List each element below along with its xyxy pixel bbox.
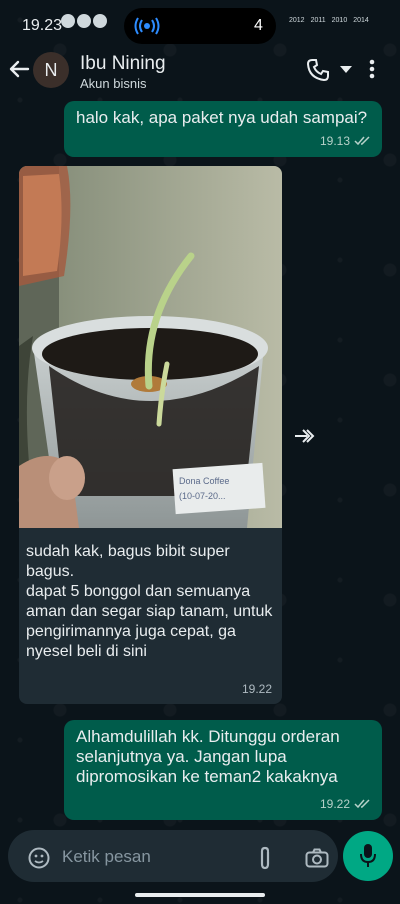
photo-label-line: Dona Coffee <box>179 476 229 486</box>
status-notification-icons <box>61 14 107 28</box>
contact-subtitle: Akun bisnis <box>80 76 147 91</box>
sticker-icon[interactable] <box>28 847 50 869</box>
message-text: halo kak, apa paket nya udah sampai? <box>76 108 368 127</box>
chevron-down-icon[interactable] <box>340 66 352 74</box>
message-meta: 19.22 <box>320 794 372 814</box>
chat-header: N Ibu Nining Akun bisnis <box>0 46 400 94</box>
mini-label: 2012 <box>289 17 305 24</box>
message-text: Alhamdulillah kk. Ditunggu orderan selan… <box>76 727 340 786</box>
double-check-icon <box>354 136 370 146</box>
message-icon <box>93 14 107 28</box>
avatar[interactable]: N <box>33 52 69 88</box>
back-arrow-icon[interactable] <box>8 58 30 80</box>
photo-label-line: (10-07-20... <box>179 491 226 501</box>
status-mini-labels: 2012 2011 2010 2014 <box>289 17 369 24</box>
dynamic-island: 4 <box>124 8 276 44</box>
voice-message-button[interactable] <box>343 831 393 881</box>
contact-name[interactable]: Ibu Nining <box>80 53 166 75</box>
shared-photo[interactable]: Dona Coffee (10-07-20... <box>19 166 282 528</box>
message-incoming-image[interactable]: Dona Coffee (10-07-20... sudah kak, bagu… <box>19 166 282 704</box>
message-meta: 19.13 <box>320 131 372 151</box>
mini-label: 2014 <box>353 17 369 24</box>
home-indicator[interactable] <box>135 893 265 897</box>
camera-icon[interactable] <box>305 848 329 868</box>
message-input[interactable]: Ketik pesan <box>8 830 338 882</box>
whatsapp-icon <box>61 14 75 28</box>
message-outgoing[interactable]: halo kak, apa paket nya udah sampai? 19.… <box>64 101 382 157</box>
double-check-icon <box>354 799 370 809</box>
message-caption: sudah kak, bagus bibit super bagus. dapa… <box>26 543 273 660</box>
phone-icon[interactable] <box>306 58 330 82</box>
message-outgoing[interactable]: Alhamdulillah kk. Ditunggu orderan selan… <box>64 720 382 820</box>
message-time: 19.22 <box>319 797 350 811</box>
broadcast-icon <box>134 17 160 35</box>
status-bar: 19.23 4 2012 2011 2010 2014 <box>0 0 400 46</box>
message-time: 19.13 <box>319 134 350 148</box>
forward-icon[interactable] <box>291 424 321 448</box>
message-composer: Ketik pesan <box>0 826 400 886</box>
island-count: 4 <box>254 17 263 34</box>
status-time: 19.23 <box>22 17 63 34</box>
microphone-icon <box>360 844 376 867</box>
more-vertical-icon[interactable] <box>369 59 375 79</box>
whatsapp-icon <box>77 14 91 28</box>
mini-label: 2011 <box>310 17 326 24</box>
attach-icon[interactable] <box>256 846 274 870</box>
mini-label: 2010 <box>331 17 348 24</box>
message-time: 19.22 <box>241 682 272 696</box>
message-input-placeholder: Ketik pesan <box>62 847 151 866</box>
